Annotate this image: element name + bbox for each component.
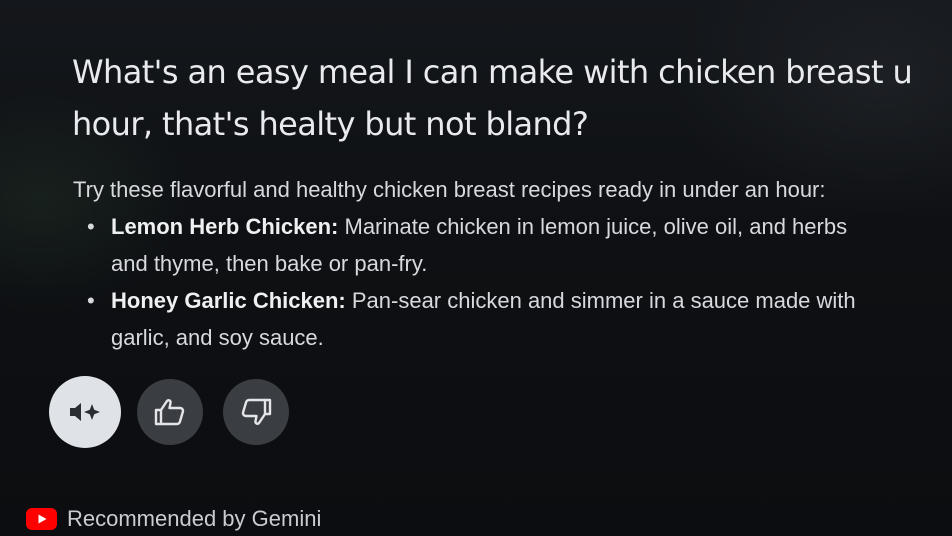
answer-intro: Try these flavorful and healthy chicken … <box>73 177 826 202</box>
list-item: • Lemon Herb Chicken: Marinate chicken i… <box>73 208 952 282</box>
recipe-description: Marinate chicken in lemon juice, olive o… <box>338 214 848 239</box>
recipe-description-continued: and thyme, then bake or pan-fry. <box>111 251 428 276</box>
youtube-logo-icon <box>26 508 57 530</box>
answer-body: Try these flavorful and healthy chicken … <box>73 171 952 356</box>
question-line-2: hour, that's healty but not bland? <box>72 105 589 143</box>
listen-button[interactable] <box>49 376 121 448</box>
attribution: Recommended by Gemini <box>26 505 321 533</box>
recipe-line: Honey Garlic Chicken: Pan-sear chicken a… <box>111 282 952 319</box>
thumbs-up-icon <box>154 399 185 426</box>
recipe-description-continued: garlic, and soy sauce. <box>111 325 324 350</box>
bullet: • <box>87 214 95 239</box>
recipe-description: Pan-sear chicken and simmer in a sauce m… <box>345 288 856 313</box>
user-question: What's an easy meal I can make with chic… <box>72 46 952 150</box>
recipe-list: • Lemon Herb Chicken: Marinate chicken i… <box>73 208 952 356</box>
recipe-name: Lemon Herb Chicken: <box>111 214 339 239</box>
answer-actions <box>49 376 309 448</box>
gemini-answer-panel: What's an easy meal I can make with chic… <box>0 0 952 536</box>
thumbs-up-button[interactable] <box>137 379 203 445</box>
bullet: • <box>87 288 95 313</box>
recipe-name: Honey Garlic Chicken: <box>111 288 346 313</box>
question-line-1: What's an easy meal I can make with chic… <box>72 53 913 91</box>
speaker-sparkle-icon <box>70 403 100 421</box>
recipe-line: Lemon Herb Chicken: Marinate chicken in … <box>111 208 952 245</box>
thumbs-down-icon <box>241 398 272 425</box>
recommended-by-label: Recommended by Gemini <box>67 506 322 531</box>
thumbs-down-button[interactable] <box>223 379 289 445</box>
list-item: • Honey Garlic Chicken: Pan-sear chicken… <box>73 282 952 356</box>
